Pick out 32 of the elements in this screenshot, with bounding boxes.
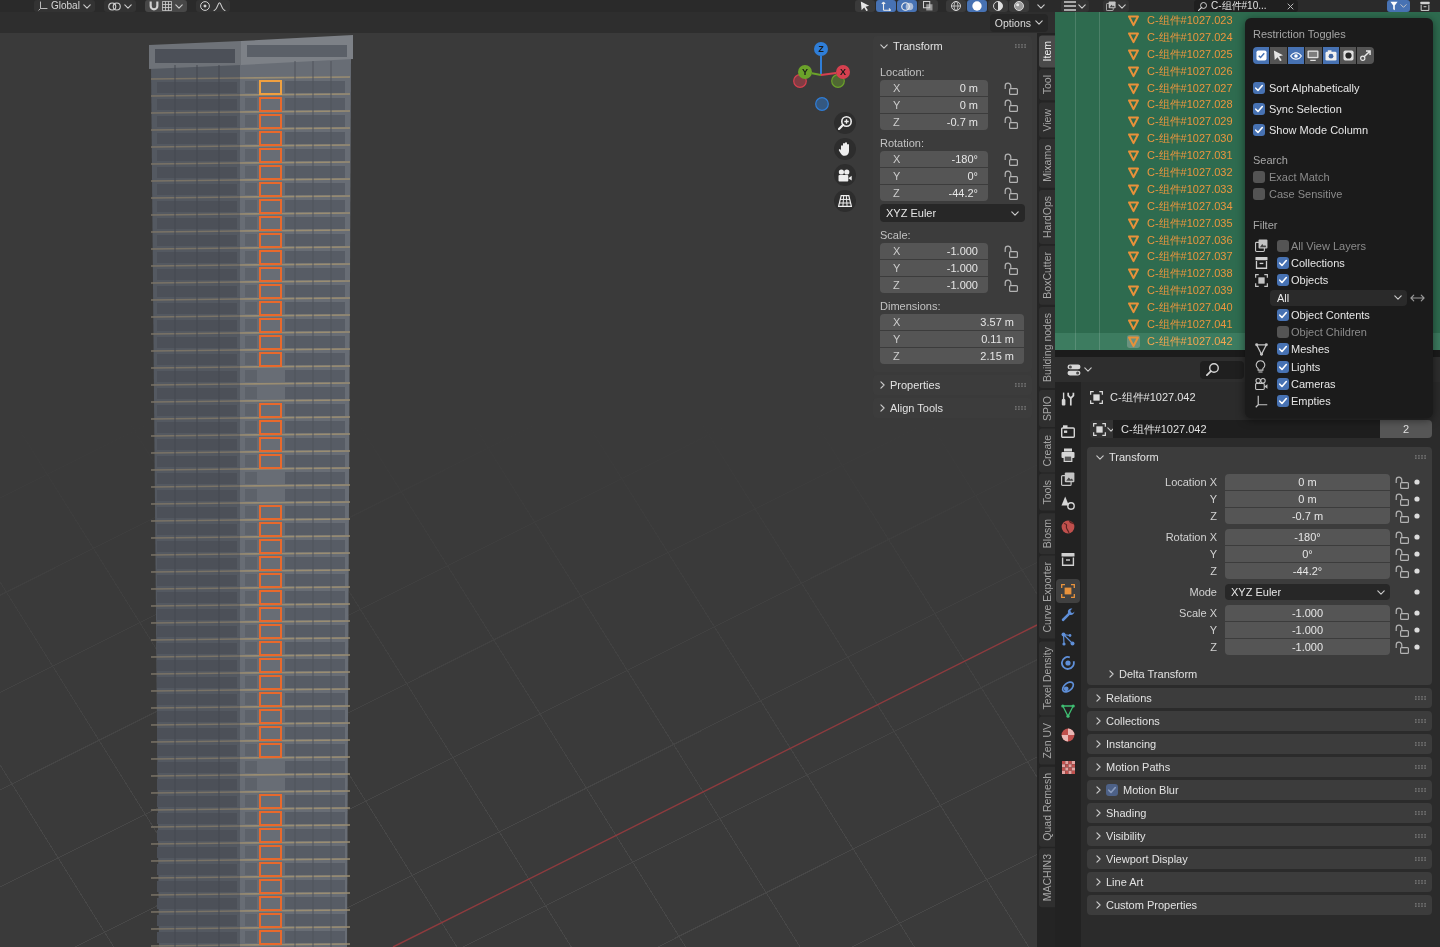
checkbox-label: Object Contents <box>1291 308 1370 321</box>
object-name: C-组件#1027.042 <box>1110 389 1196 405</box>
field-label: Y <box>1208 492 1217 507</box>
field-label: Z <box>1209 509 1217 524</box>
checkbox-label: Empties <box>1291 395 1331 408</box>
field-group-label: Scale: <box>880 228 912 243</box>
checkbox-label: Exact Match <box>1269 170 1330 183</box>
checkbox-label: Collections <box>1291 256 1345 269</box>
field-label: Z <box>1209 640 1217 655</box>
checkbox-label: Objects <box>1291 274 1329 287</box>
checkbox-label: Case Sensitive <box>1269 187 1343 200</box>
field-label: Y <box>1208 623 1217 638</box>
section-heading: Filter <box>1253 217 1279 233</box>
checkbox-label: Cameras <box>1291 378 1336 390</box>
checkbox-label: Meshes <box>1291 343 1330 356</box>
field-label: Mode <box>1188 585 1217 600</box>
checkbox-label: Object Children <box>1291 326 1367 339</box>
section-heading: Restriction Toggles <box>1253 27 1347 42</box>
field-group-label: Rotation: <box>880 136 926 151</box>
field-label: Rotation X <box>1164 530 1217 545</box>
field-label: Scale X <box>1178 606 1217 621</box>
field-group-label: Dimensions: <box>880 299 942 314</box>
checkbox-label: Show Mode Column <box>1269 123 1369 136</box>
field-group-label: Location: <box>880 65 926 80</box>
field-label: Y <box>1208 547 1217 562</box>
field-label: Z <box>1209 564 1217 579</box>
checkbox-label: Lights <box>1291 360 1321 373</box>
checkbox-label: Sync Selection <box>1269 102 1342 115</box>
field-label: Location X <box>1164 475 1217 490</box>
checkbox-label: Sort Alphabetically <box>1269 81 1360 94</box>
section-heading: Search <box>1253 153 1289 168</box>
checkbox-label: All View Layers <box>1291 239 1366 252</box>
